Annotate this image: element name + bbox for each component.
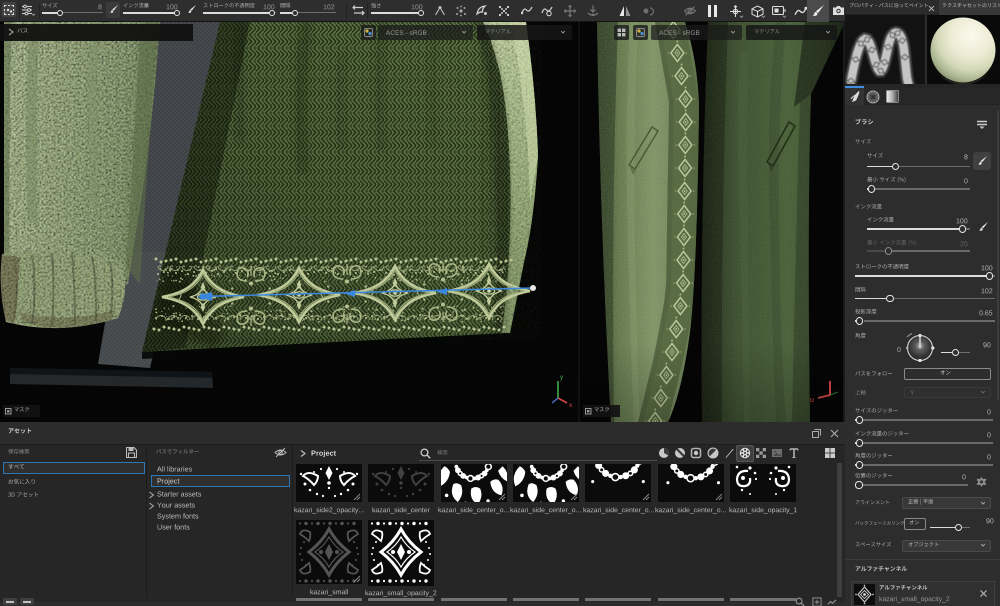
svg-text:0: 0 xyxy=(897,347,901,354)
svg-text:u: u xyxy=(810,397,814,404)
